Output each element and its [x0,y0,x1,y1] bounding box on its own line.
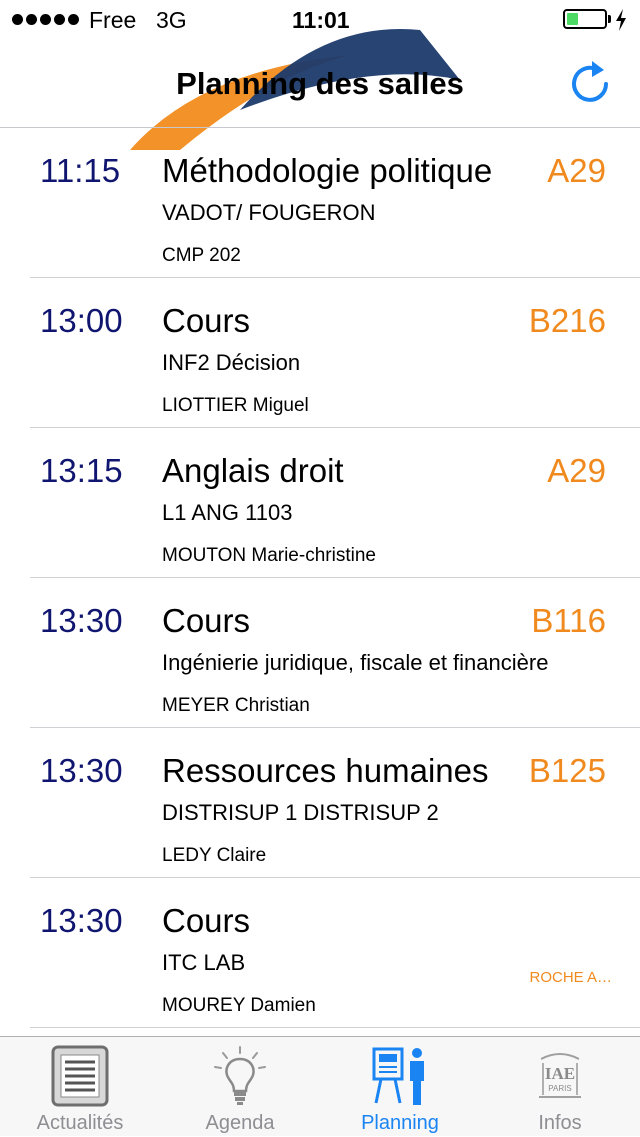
schedule-row[interactable]: 13:30 Ressources humaines B125 DISTRISUP… [30,728,640,878]
tab-actualites[interactable]: Actualités [0,1037,160,1137]
svg-text:IAE: IAE [545,1064,575,1083]
session-teacher: MOUREY Damien [162,995,316,1016]
iae-paris-logo-icon: IAE PARIS [539,1053,581,1098]
room-code: A29 [547,152,606,189]
tab-label: Planning [361,1112,439,1134]
session-detail: ITC LAB [162,950,246,975]
session-detail: L1 ANG 1103 [162,500,293,525]
session-teacher: LIOTTIER Miguel [162,395,309,416]
course-name: Méthodologie politique [162,152,493,189]
svg-text:PARIS: PARIS [548,1084,571,1093]
tab-bar: Actualités Agenda Planning IAE PARIS Inf… [0,1036,640,1136]
session-teacher: CMP 202 [162,245,241,266]
session-detail: DISTRISUP 1 DISTRISUP 2 [162,800,439,825]
signal-strength-icon [12,14,79,25]
schedule-row[interactable]: 13:30 Cours B116 Ingénierie juridique, f… [30,578,640,728]
session-teacher: MOUTON Marie-christine [162,545,376,566]
session-time: 13:00 [40,302,123,339]
tab-label: Agenda [205,1112,275,1134]
room-code: B216 [528,302,606,339]
session-time: 13:30 [40,602,123,639]
session-teacher: LEDY Claire [162,845,267,866]
session-time: 11:15 [40,152,121,189]
session-detail: VADOT/ FOUGERON [162,200,376,225]
schedule-row[interactable]: 13:30 Cours ROCHE A… ITC LAB MOUREY Dami… [30,878,640,1028]
course-name: Ressources humaines [162,752,489,789]
session-detail: INF2 Décision [162,350,301,375]
course-name: Anglais droit [162,452,344,489]
schedule-list[interactable]: 11:15 Méthodologie politique A29 VADOT/ … [0,128,640,1036]
course-name: Cours [162,902,251,939]
session-time: 13:30 [40,902,123,939]
tab-label: Actualités [36,1112,124,1134]
lightbulb-icon [214,1046,266,1105]
newspaper-icon [51,1045,109,1107]
refresh-icon[interactable] [566,58,614,106]
battery-icon [563,9,607,29]
room-code: B125 [528,752,606,789]
charging-bolt-icon [616,9,626,31]
tab-infos[interactable]: IAE PARIS Infos [480,1037,640,1137]
room-code: ROCHE A… [529,969,612,986]
course-name: Cours [162,602,251,639]
room-code: B116 [531,602,606,639]
session-teacher: MEYER Christian [162,695,310,716]
course-name: Cours [162,302,251,339]
schedule-row[interactable]: 13:15 Anglais droit A29 L1 ANG 1103 MOUT… [30,428,640,578]
schedule-row[interactable]: 11:15 Méthodologie politique A29 VADOT/ … [30,128,640,278]
page-title: Planning des salles [176,66,464,101]
room-code: A29 [547,452,606,489]
schedule-row[interactable]: 13:00 Cours B216 INF2 Décision LIOTTIER … [30,278,640,428]
tab-label: Infos [538,1112,582,1134]
session-time: 13:30 [40,752,123,789]
session-time: 13:15 [40,452,123,489]
tab-planning[interactable]: Planning [320,1037,480,1137]
battery-tip [608,15,611,23]
tab-agenda[interactable]: Agenda [160,1037,320,1137]
session-detail: Ingénierie juridique, fiscale et financi… [162,650,549,675]
planning-board-icon [372,1047,424,1105]
nav-header: Planning des salles [0,29,640,150]
